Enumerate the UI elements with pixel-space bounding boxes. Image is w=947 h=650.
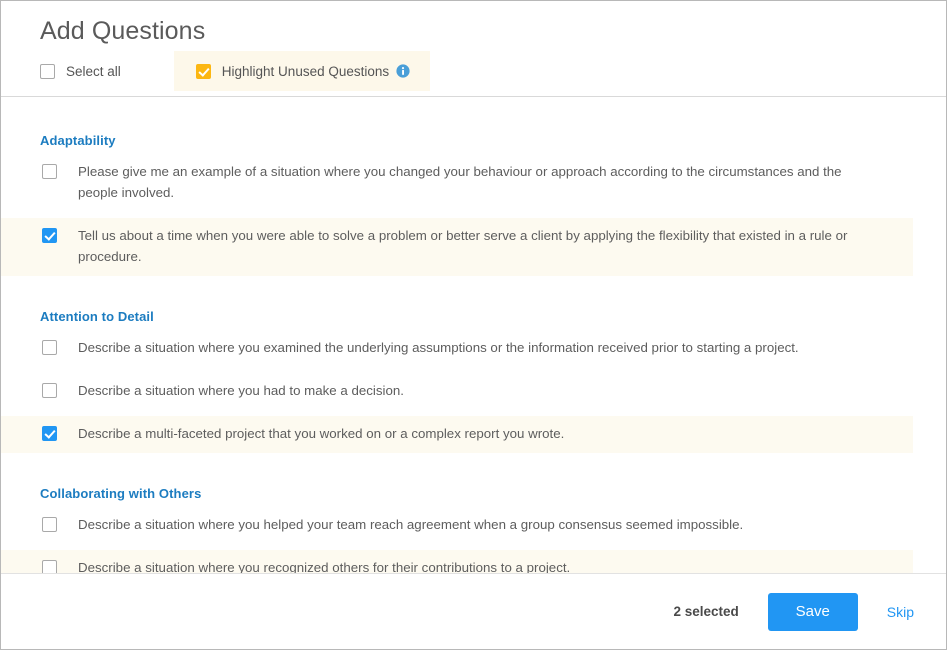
question-checkbox[interactable] [42,517,57,532]
panel-footer: 2 selected Save Skip [1,573,946,649]
section-title: Adaptability [40,133,116,148]
question-text: Describe a situation where you had to ma… [78,383,404,398]
select-all-checkbox[interactable] [40,63,55,79]
question-row[interactable]: Describe a situation where you had to ma… [1,373,946,410]
question-checkbox[interactable] [42,560,57,573]
question-text: Please give me an example of a situation… [78,164,842,200]
header-controls: Select all Highlight Unused Questions [40,51,431,91]
page-title: Add Questions [40,17,206,45]
question-row[interactable]: Describe a situation where you recognize… [1,550,913,573]
add-questions-panel: Add Questions Select all Highlight Unuse… [0,0,947,650]
questions-list: Adaptability Please give me an example of… [1,97,946,573]
question-checkbox[interactable] [42,426,57,441]
select-all-label: Select all [66,63,121,79]
question-row[interactable]: Tell us about a time when you were able … [1,218,913,276]
highlight-unused-questions-label: Highlight Unused Questions [221,63,390,79]
question-row[interactable]: Describe a situation where you examined … [1,330,946,367]
panel-header: Add Questions Select all Highlight Unuse… [1,1,946,97]
question-section: Attention to Detail Describe a situation … [1,309,946,453]
highlight-unused-questions-control[interactable]: Highlight Unused Questions [173,51,431,91]
question-text: Tell us about a time when you were able … [78,228,848,264]
question-text: Describe a situation where you helped yo… [78,517,744,532]
question-checkbox[interactable] [42,164,57,179]
skip-button[interactable]: Skip [887,604,914,620]
question-section: Collaborating with Others Describe a situ… [1,486,946,573]
section-title: Collaborating with Others [40,486,202,501]
question-checkbox[interactable] [42,383,57,398]
question-row[interactable]: Describe a multi-faceted project that yo… [1,416,913,453]
section-title: Attention to Detail [40,309,154,324]
selected-count: 2 selected [673,604,739,619]
questions-scroll-region[interactable]: Adaptability Please give me an example of… [1,97,946,573]
highlight-unused-questions-checkbox[interactable] [195,63,211,79]
question-text: Describe a multi-faceted project that yo… [78,426,565,441]
question-row[interactable]: Please give me an example of a situation… [1,154,946,212]
question-checkbox[interactable] [42,228,57,243]
select-all-control[interactable]: Select all [40,51,147,91]
question-section: Adaptability Please give me an example of… [1,133,946,276]
save-button[interactable]: Save [767,592,858,631]
question-checkbox[interactable] [42,340,57,355]
info-circle-icon[interactable] [396,64,410,78]
question-text: Describe a situation where you examined … [78,340,799,355]
question-row[interactable]: Describe a situation where you helped yo… [1,507,946,544]
question-text: Describe a situation where you recognize… [78,560,571,573]
